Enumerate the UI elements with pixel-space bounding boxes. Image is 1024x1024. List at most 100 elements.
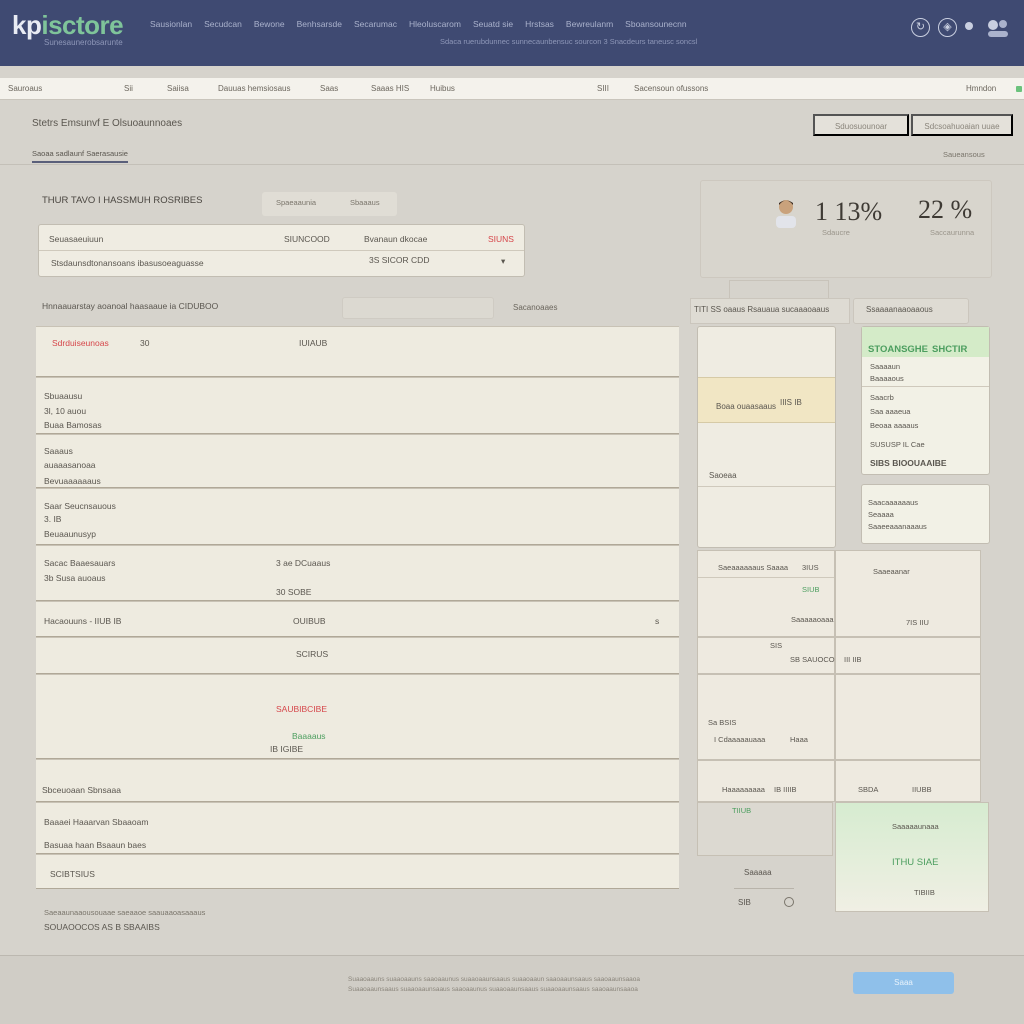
brand-tagline: Sunesaunerobsarunte (44, 38, 123, 47)
subnav-item[interactable]: Sacensoun ofussons (634, 84, 708, 93)
row-value: 30 (140, 338, 150, 348)
grid-cell: III IIB (835, 637, 981, 674)
table-row[interactable]: Sdrduiseunoas 30 IUIAUB (36, 326, 679, 377)
note-card[interactable]: Saacaaaaaaus Seaaaa Saaeeaaanaaaus (861, 484, 990, 544)
card-divider (698, 486, 835, 487)
grid-value: Saaaaaunaaa (892, 822, 939, 831)
top-nav-item[interactable]: Seuatd sie (473, 19, 513, 29)
globe-icon[interactable]: ◈ (938, 18, 957, 37)
row-label: SCIBTSIUS (50, 869, 95, 879)
subnav-item[interactable]: Dauuas hemsiosaus (218, 84, 290, 93)
search-input[interactable] (342, 297, 494, 319)
summary-pill[interactable]: Spaeaaunia (276, 198, 316, 207)
grid-value: Sa BSIS (708, 718, 737, 727)
grid-cell: SBDA IIUBB (835, 760, 981, 802)
grid-value: IB IIIIB (774, 785, 797, 794)
top-nav-item[interactable]: Bewreulanm (566, 19, 613, 29)
logo-text-a: kp (12, 10, 42, 40)
summary-alert-value: SIUNS (488, 234, 514, 244)
subnav-item[interactable]: Sii (124, 84, 133, 93)
top-action-button[interactable]: Sduosuounoar (813, 114, 909, 136)
grid-label: Haaaaaaaaa (722, 785, 765, 794)
row-value: Basuaa haan Bsaaun baes (44, 840, 147, 850)
row-label: Hacaouuns - IIUB IB (44, 616, 122, 626)
top-nav-item[interactable]: Sboansounecnn (625, 19, 686, 29)
avatar (772, 196, 800, 228)
primary-action-button[interactable]: Saaa (853, 972, 954, 994)
green-card[interactable]: STOANSGHE SHCTIR Saaaaun Baaaaous Saacrb… (861, 326, 990, 475)
row-value: s (655, 616, 660, 626)
green-card-line: Baaaaous (870, 374, 904, 383)
right-link[interactable]: Saueansous (943, 150, 985, 159)
top-action-button[interactable]: Sdcsoahuoaian uuae (911, 114, 1013, 136)
top-nav-item[interactable]: Hrstsas (525, 19, 554, 29)
grid-value: SIUB (802, 585, 820, 594)
top-nav-item[interactable]: Bewone (254, 19, 285, 29)
footer-text: Suaaoaaunsaaus suaaoaaunsaaus saaoaaunus… (348, 986, 638, 993)
footer-text: Suaaoaauns suaaoaauns saaoaaunus suaaoaa… (348, 976, 641, 983)
table-row[interactable]: SCIBTSIUS (36, 854, 679, 889)
grid-value: IIUBB (912, 785, 932, 794)
green-card-total: SIBS BIOOUAAIBE (870, 458, 947, 468)
top-nav-item[interactable]: Sausionlan (150, 19, 192, 29)
summary-green-cell[interactable]: Saaaaaunaaa ITHU SIAE TIBIIB (835, 802, 989, 912)
table-row[interactable]: Sbceuoaan Sbnsaaa (36, 759, 679, 802)
summary-pill[interactable]: Sbaaaus (350, 198, 380, 207)
row-label: Saaaus (44, 446, 73, 456)
table-row[interactable]: SCIRUS (36, 637, 679, 674)
grid-value: TIBIIB (914, 888, 935, 897)
grid-label: SBDA (858, 785, 879, 794)
green-card-title: STOANSGHE (868, 344, 929, 355)
tab-active[interactable]: Saoaa sadlaunf Saerasausie (32, 149, 128, 163)
note-line: Saaeeaaanaaaus (868, 522, 927, 531)
chevron-down-icon[interactable]: ▾ (501, 256, 505, 267)
info-icon[interactable] (784, 897, 794, 907)
row-label: Baaaei Haaarvan Sbaaoam (44, 817, 149, 827)
user-menu-icon[interactable] (985, 16, 1011, 40)
footnote-total: SOUAOOCOS AS B SBAAIBS (44, 922, 160, 932)
row-value: OUIBUB (293, 616, 326, 626)
row-value: auaaasanoaa (44, 460, 96, 470)
filter-button[interactable]: Sacanoaaes (513, 303, 557, 312)
table-row[interactable]: Sbuaausu 3l, 10 auou Buaa Bamosas (36, 377, 679, 434)
green-card-line: SUSUSP IL Cae (870, 440, 925, 449)
row-label: Saar Seucnsauous (44, 501, 116, 511)
side-header-left[interactable]: TITI SS oaaus Rsauaua sucaaaoaaus (694, 305, 829, 314)
mini-label: Saaaaa (744, 868, 772, 877)
table-row[interactable]: SAUBIBCIBE Baaaaus IB IGIBE (36, 674, 679, 759)
grid-label: Saeaaaaaaus Saaaa (718, 563, 789, 572)
top-nav-item[interactable]: Secarumac (354, 19, 397, 29)
table-row[interactable]: Hacaouuns - IIUB IB OUIBUB s (36, 601, 679, 637)
subnav-item-active[interactable]: Saas (320, 84, 338, 93)
summary-label: Stsdaunsdtonansoans ibasusoeaguasse (51, 258, 204, 268)
subnav-item[interactable]: Huibus (430, 84, 455, 93)
table-row[interactable]: Baaaei Haaarvan Sbaaoam Basuaa haan Bsaa… (36, 802, 679, 854)
table-row[interactable]: Sacac Baaesauars 3b Susa auoaus 3 ae DCu… (36, 545, 679, 601)
top-nav-item[interactable]: Benhsarsde (297, 19, 342, 29)
subnav-item[interactable]: SIII (597, 84, 609, 93)
notification-icon[interactable] (965, 22, 973, 30)
row-value: IB IGIBE (270, 744, 304, 754)
subnav-item[interactable]: Hmndon (966, 84, 996, 93)
grid-footer-cell: TIIUB (697, 802, 833, 856)
grid-label: I Cdaaaaauaaa (714, 735, 766, 744)
side-value: IIIS IB (780, 398, 802, 407)
subnav-item[interactable]: Saaas HIS (371, 84, 409, 93)
page-title: Stetrs Emsunvf E Olsuoaunnoaes (32, 118, 183, 129)
row-label: Sbceuoaan Sbnsaaa (42, 785, 121, 795)
top-nav: Sausionlan Secudcan Bewone Benhsarsde Se… (150, 19, 687, 29)
side-header-right[interactable]: Ssaaaanaaoaaous (866, 305, 933, 314)
summary-value: SIUNCOOD (284, 234, 330, 244)
brand-logo[interactable]: kpisctore (12, 10, 124, 41)
green-card-line: Beoaa aaaaus (870, 421, 919, 430)
summary-value: 3S SICOR CDD (369, 255, 430, 265)
subnav-item[interactable]: Saiisa (167, 84, 189, 93)
row-label: Sdrduiseunoas (52, 338, 109, 348)
subnav-item[interactable]: Sauroaus (8, 84, 42, 93)
top-nav-item[interactable]: Secudcan (204, 19, 242, 29)
note-line: Saacaaaaaaus (868, 498, 919, 507)
top-nav-item[interactable]: Hleoluscarom (409, 19, 461, 29)
table-row[interactable]: Saar Seucnsauous 3. IB Beuaaunusyp (36, 488, 679, 545)
refresh-icon[interactable]: ↻ (911, 18, 930, 37)
table-row[interactable]: Saaaus auaaasanoaa Bevuaaaaaaus (36, 434, 679, 488)
